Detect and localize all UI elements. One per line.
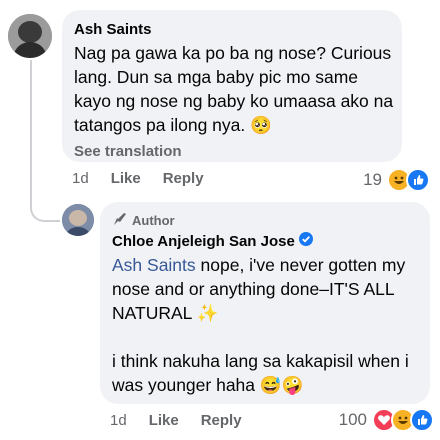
comment-author[interactable]: Ash Saints	[74, 20, 394, 39]
comment-actions: 1d Like Reply	[72, 170, 204, 187]
comment-time[interactable]: 1d	[72, 170, 89, 187]
see-translation-link[interactable]: See translation	[74, 143, 394, 160]
comment-bubble: Ash Saints Nag pa gawa ka po ba ng nose?…	[62, 10, 402, 162]
reaction-summary[interactable]: 100	[339, 408, 434, 432]
sparkles-emoji-icon: ✨	[196, 303, 219, 323]
reply-button[interactable]: Reply	[163, 170, 204, 187]
pleading-face-emoji-icon: 🥺	[250, 115, 272, 135]
reply-bubble: Author Chloe Anjeleigh San Jose Ash Sain…	[100, 202, 430, 404]
mention-link[interactable]: Ash Saints	[112, 255, 196, 275]
sweat-smile-emoji-icon: 😅🤪	[259, 375, 304, 395]
avatar-image	[8, 14, 52, 58]
avatar[interactable]	[62, 204, 94, 236]
thread-line	[30, 60, 60, 222]
reply-author[interactable]: Chloe Anjeleigh San Jose	[112, 232, 422, 251]
reply-time[interactable]: 1d	[110, 412, 127, 429]
reaction-summary[interactable]: 19	[363, 168, 430, 192]
author-badge: Author	[112, 212, 422, 229]
quill-icon	[112, 212, 128, 229]
reply-text: Ash Saints nope, i've never gotten my no…	[112, 255, 406, 323]
like-reaction-icon	[410, 408, 434, 432]
comment-text: Nag pa gawa ka po ba ng nose? Curious la…	[74, 43, 394, 135]
reply-text-2: i think nakuha lang sa kakapisil when i …	[112, 351, 409, 395]
avatar[interactable]	[8, 14, 52, 58]
verified-badge-icon	[298, 232, 313, 251]
like-button[interactable]: Like	[111, 170, 141, 187]
like-reaction-icon	[406, 168, 430, 192]
reply-button[interactable]: Reply	[201, 412, 242, 429]
reaction-count: 100	[338, 410, 367, 429]
like-button[interactable]: Like	[149, 412, 179, 429]
reply-actions: 1d Like Reply	[110, 412, 242, 429]
avatar-image	[62, 204, 94, 236]
reaction-count: 19	[363, 170, 382, 189]
